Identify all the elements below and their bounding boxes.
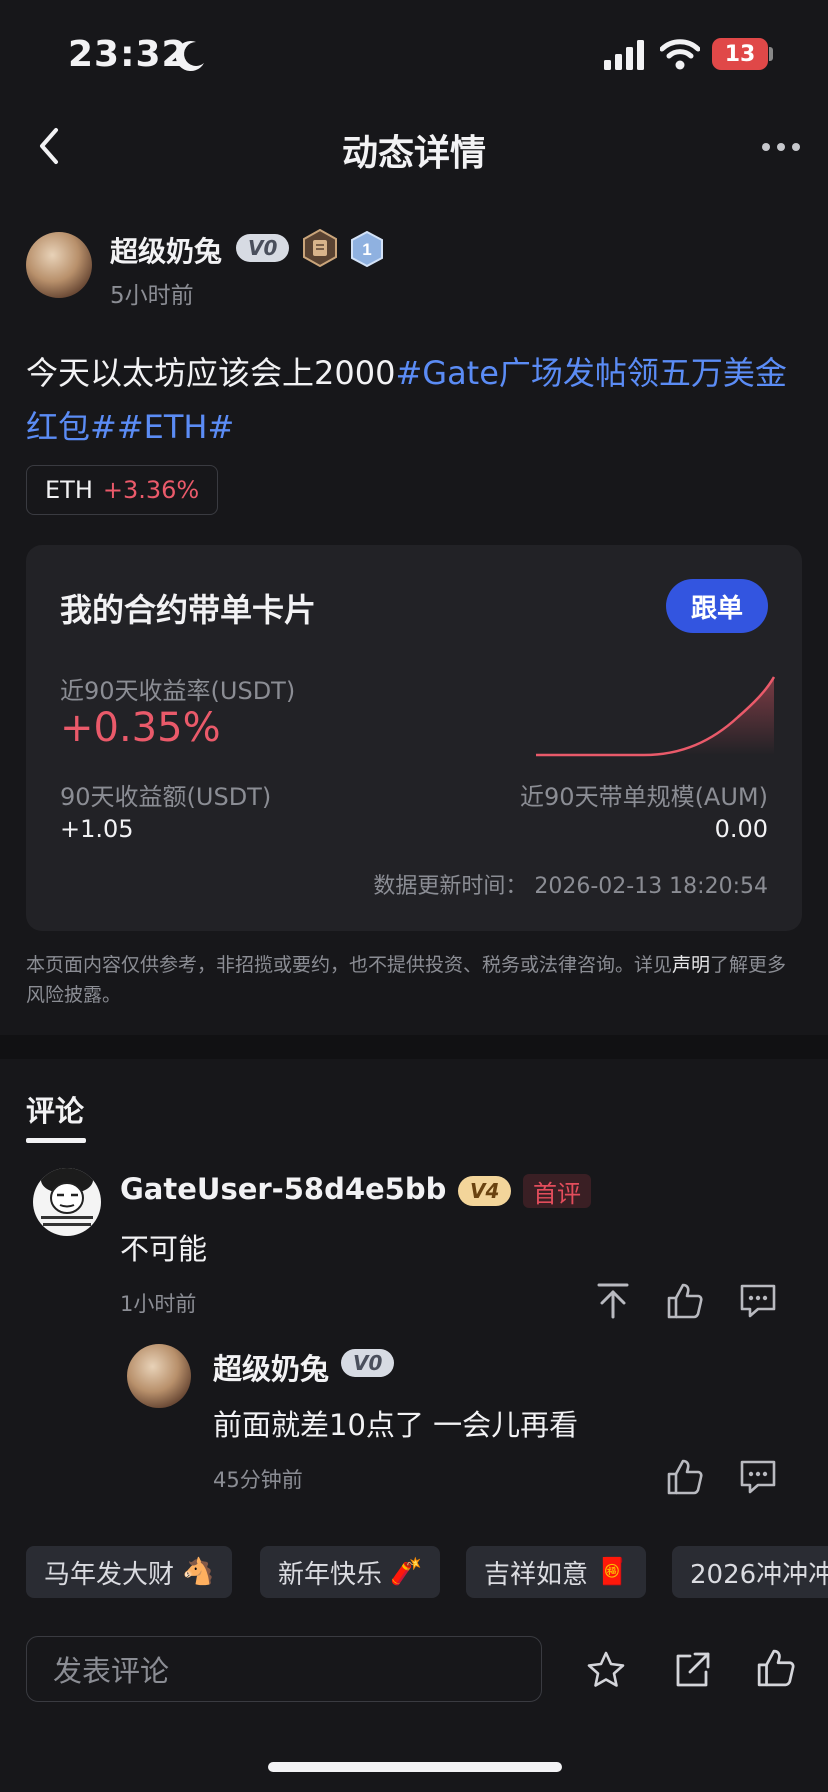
disclaimer-link[interactable]: 声明 [672, 954, 710, 976]
quick-comment-chip[interactable]: 吉祥如意 🧧 [466, 1546, 647, 1598]
reply-time: 45分钟前 [213, 1468, 303, 1492]
tab-comments[interactable]: 评论 [26, 1088, 84, 1130]
moon-icon [170, 36, 210, 76]
battery-indicator: 13 [712, 38, 768, 70]
comment-icon [740, 1460, 776, 1494]
battery-tip [769, 47, 773, 61]
page-title: 动态详情 [341, 133, 486, 174]
comment-avatar[interactable] [33, 1168, 101, 1236]
comment-text: 不可能 [120, 1232, 208, 1266]
post-time: 5小时前 [110, 283, 194, 309]
chip-label: 马年发大财 [44, 1559, 175, 1590]
thumbs-up-icon [667, 1459, 703, 1495]
aum-label: 近90天带单规模(AUM) [520, 783, 768, 811]
meme-face-icon [41, 1168, 93, 1226]
horse-emoji-icon: 🐴 [182, 1557, 215, 1587]
reply-like-button[interactable] [666, 1458, 704, 1500]
post-like-button[interactable] [756, 1648, 796, 1692]
reply-level-badge: V0 [341, 1349, 395, 1377]
rank-badge-number: 1 [362, 240, 371, 259]
copy-trading-card[interactable]: 我的合约带单卡片 跟单 近90天收益率(USDT) +0.35% 90天收益额(… [26, 545, 802, 931]
like-button[interactable] [666, 1282, 704, 1324]
quick-comment-chip[interactable]: 2026冲冲冲 [672, 1546, 828, 1598]
first-comment-badge: 首评 [523, 1174, 591, 1208]
coin-tag[interactable]: ETH +3.36% [26, 465, 219, 515]
wifi-icon [659, 38, 701, 74]
profit-label: 90天收益额(USDT) [60, 783, 272, 811]
red-envelope-emoji-icon: 🧧 [596, 1557, 629, 1587]
reply-avatar[interactable] [127, 1344, 191, 1408]
scroll-badge-icon [302, 228, 338, 271]
star-icon [587, 1651, 625, 1687]
reply-comment-button[interactable] [738, 1458, 778, 1500]
quick-comment-chip[interactable]: 新年快乐 🧨 [260, 1546, 441, 1598]
reply-author[interactable]: 超级奶兔 [213, 1346, 329, 1388]
home-indicator [268, 1762, 562, 1772]
signal-icon [604, 40, 648, 74]
section-divider [0, 1035, 828, 1059]
coin-change: +3.36% [102, 476, 200, 504]
comment-time: 1小时前 [120, 1292, 197, 1316]
reply-text: 前面就差10点了 一会儿再看 [213, 1408, 579, 1442]
reply-button[interactable] [738, 1282, 778, 1324]
comment-level-badge: V4 [458, 1176, 512, 1206]
chip-label: 新年快乐 [278, 1559, 383, 1590]
rank-badge: 1 [350, 230, 384, 271]
thumbs-up-icon [757, 1649, 795, 1687]
chip-label: 2026冲冲冲 [690, 1559, 828, 1590]
follow-copy-button[interactable]: 跟单 [666, 579, 768, 633]
comment-author[interactable]: GateUser-58d4e5bb [120, 1172, 446, 1206]
comment-icon [740, 1284, 776, 1318]
post-content: 今天以太坊应该会上2000#Gate广场发帖领五万美金红包##ETH# [26, 346, 806, 454]
roi-sparkline [536, 676, 776, 757]
thumbs-up-icon [667, 1283, 703, 1319]
more-icon [762, 143, 800, 151]
arrow-up-top-icon [597, 1283, 629, 1319]
data-updated-time: 数据更新时间： 2026-02-13 18:20:54 [373, 874, 768, 899]
share-button[interactable] [672, 1650, 712, 1694]
user-level-badge: V0 [236, 234, 290, 262]
pin-top-button[interactable] [596, 1282, 630, 1324]
roi-value: +0.35% [60, 705, 221, 751]
quick-comment-chip[interactable]: 马年发大财 🐴 [26, 1546, 233, 1598]
more-options-button[interactable] [760, 138, 802, 156]
firecracker-emoji-icon: 🧨 [390, 1557, 423, 1587]
tab-underline [26, 1138, 86, 1143]
chip-label: 吉祥如意 [484, 1559, 589, 1590]
share-icon [676, 1652, 710, 1687]
author-name[interactable]: 超级奶兔 [110, 230, 222, 270]
comment-input[interactable]: 发表评论 [26, 1636, 542, 1702]
profit-value: +1.05 [60, 815, 134, 843]
author-avatar[interactable] [26, 232, 92, 298]
aum-value: 0.00 [714, 815, 768, 843]
post-text: 今天以太坊应该会上2000 [26, 354, 396, 392]
card-title: 我的合约带单卡片 [60, 591, 317, 629]
disclaimer-text: 本页面内容仅供参考，非招揽或要约，也不提供投资、税务或法律咨询。详见 [26, 954, 673, 976]
favorite-button[interactable] [586, 1650, 626, 1694]
disclaimer: 本页面内容仅供参考，非招揽或要约，也不提供投资、税务或法律咨询。详见声明了解更多… [26, 950, 802, 1010]
roi-label: 近90天收益率(USDT) [60, 677, 296, 705]
coin-symbol: ETH [45, 476, 93, 504]
